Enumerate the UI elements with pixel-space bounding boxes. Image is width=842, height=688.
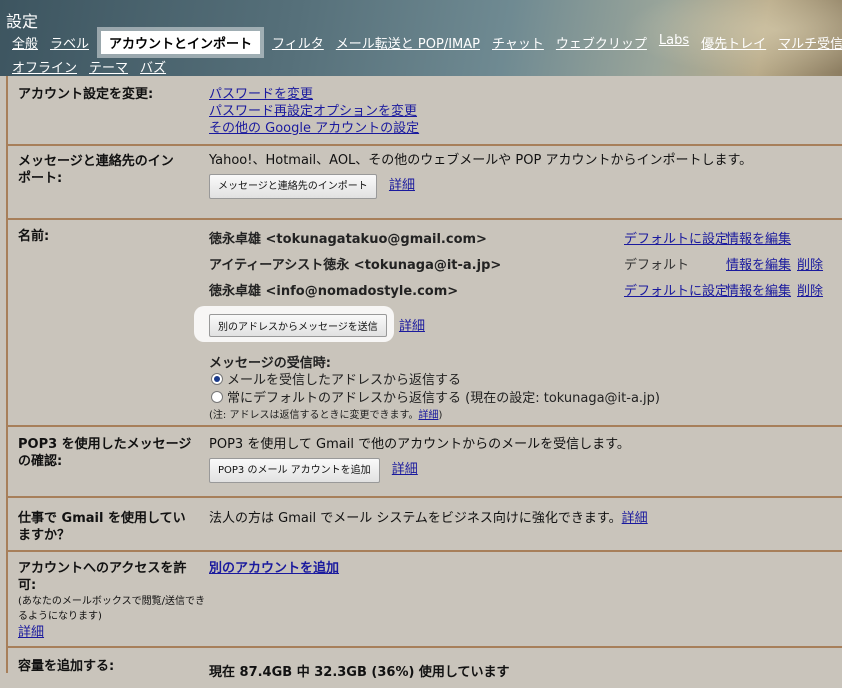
- default-indicator: デフォルト: [624, 258, 690, 273]
- tab-general[interactable]: 全般: [12, 31, 38, 54]
- account-settings-label: アカウント設定を変更:: [18, 87, 154, 102]
- tab-accounts-import[interactable]: アカウントとインポート: [101, 31, 261, 54]
- tab-labels[interactable]: ラベル: [50, 31, 89, 54]
- edit-info-link[interactable]: 情報を編集: [726, 280, 791, 299]
- change-recovery-options-link[interactable]: パスワード再設定オプションを変更: [209, 104, 417, 119]
- name-row: アイティーアシスト徳永 <tokunaga@it-a.jp>: [209, 254, 501, 273]
- tab-priority-inbox[interactable]: 優先トレイ: [701, 31, 766, 54]
- radio-selected-icon[interactable]: [211, 373, 223, 385]
- pop3-label: POP3 を使用したメッセージ の確認:: [18, 437, 192, 469]
- set-default-link[interactable]: デフォルトに設定: [624, 228, 728, 247]
- reply-note-details-link[interactable]: 詳細: [418, 410, 438, 421]
- edit-info-link[interactable]: 情報を編集: [726, 228, 791, 247]
- sender-address: 徳永卓雄 <info@nomadostyle.com>: [209, 284, 459, 299]
- reply-option-default[interactable]: 常にデフォルトのアドレスから返信する (現在の設定: tokunaga@it-a…: [211, 387, 660, 406]
- tab-multiple-inboxes[interactable]: マルチ受信トレ: [778, 31, 842, 54]
- import-details-link[interactable]: 詳細: [389, 178, 415, 193]
- section-storage: 容量を追加する: 現在 87.4GB 中 32.3GB (36%) 使用していま…: [8, 648, 842, 688]
- delete-link[interactable]: 削除: [797, 280, 823, 299]
- tab-offline[interactable]: オフライン: [12, 55, 77, 78]
- access-details-link[interactable]: 詳細: [18, 625, 44, 640]
- section-gmail-for-work: 仕事で Gmail を使用してい ますか？ 法人の方は Gmail でメール シ…: [8, 498, 842, 552]
- change-password-link[interactable]: パスワードを変更: [209, 87, 313, 102]
- settings-tabs-row-2: オフライン テーマ バズ: [0, 55, 166, 78]
- account-settings-links: パスワードを変更 パスワード再設定オプションを変更 その他の Google アカ…: [209, 86, 419, 137]
- settings-content: アカウント設定を変更: パスワードを変更 パスワード再設定オプションを変更 その…: [6, 76, 842, 680]
- access-label: アカウントへのアクセスを許 可: (あなたのメールボックスで閲覧/送信でき るよ…: [18, 561, 205, 640]
- add-another-account-link[interactable]: 別のアカウントを追加: [209, 561, 339, 576]
- names-label: 名前:: [18, 229, 50, 244]
- section-grant-access: アカウントへのアクセスを許 可: (あなたのメールボックスで閲覧/送信でき るよ…: [8, 552, 842, 648]
- import-mail-contacts-button[interactable]: メッセージと連絡先のインポート: [209, 174, 377, 199]
- sender-address: 徳永卓雄 <tokunagatakuo@gmail.com>: [209, 232, 487, 247]
- sender-address: アイティーアシスト徳永 <tokunaga@it-a.jp>: [209, 258, 502, 273]
- pop3-description: POP3 を使用して Gmail で他のアカウントからのメールを受信します。: [209, 437, 630, 452]
- storage-label: 容量を追加する:: [18, 659, 115, 674]
- name-row: 徳永卓雄 <info@nomadostyle.com>: [209, 280, 458, 299]
- send-as-details-link[interactable]: 詳細: [399, 319, 425, 334]
- section-send-mail-as: 名前: 徳永卓雄 <tokunagatakuo@gmail.com> デフォルト…: [8, 220, 842, 427]
- tab-web-clips[interactable]: ウェブクリップ: [556, 31, 647, 54]
- work-details-link[interactable]: 詳細: [622, 511, 648, 526]
- import-description: Yahoo!、Hotmail、AOL、その他のウェブメールや POP アカウント…: [209, 153, 753, 168]
- tab-themes[interactable]: テーマ: [89, 55, 128, 78]
- settings-tabs-row-1: 全般 ラベル アカウントとインポート フィルタ メール転送と POP/IMAP …: [0, 31, 842, 54]
- edit-info-link[interactable]: 情報を編集: [726, 254, 791, 273]
- work-label: 仕事で Gmail を使用してい ますか？: [18, 511, 186, 543]
- tab-buzz[interactable]: バズ: [140, 55, 166, 78]
- radio-unselected-icon[interactable]: [211, 391, 223, 403]
- name-row: 徳永卓雄 <tokunagatakuo@gmail.com>: [209, 228, 487, 247]
- section-pop3: POP3 を使用したメッセージ の確認: POP3 を使用して Gmail で他…: [8, 427, 842, 498]
- tab-forwarding-pop-imap[interactable]: メール転送と POP/IMAP: [336, 31, 480, 54]
- reply-note: (注: アドレスは返信するときに変更できます。詳細): [209, 410, 443, 421]
- delete-link[interactable]: 削除: [797, 254, 823, 273]
- section-account-settings: アカウント設定を変更: パスワードを変更 パスワード再設定オプションを変更 その…: [8, 76, 842, 146]
- send-from-another-address-button[interactable]: 別のアドレスからメッセージを送信: [209, 314, 387, 337]
- pop3-details-link[interactable]: 詳細: [392, 462, 418, 477]
- add-pop3-account-button[interactable]: POP3 のメール アカウントを追加: [209, 458, 380, 483]
- page-title: 設定: [6, 12, 39, 31]
- tab-labs[interactable]: Labs: [659, 31, 689, 54]
- work-description: 法人の方は Gmail でメール システムをビジネス向けに強化できます。: [209, 511, 622, 526]
- reply-option-received[interactable]: メールを受信したアドレスから返信する: [211, 369, 461, 388]
- set-default-link[interactable]: デフォルトに設定: [624, 280, 728, 299]
- tab-chat[interactable]: チャット: [492, 31, 544, 54]
- tab-filters[interactable]: フィルタ: [272, 31, 324, 54]
- import-label: メッセージと連絡先のイン ポート:: [18, 154, 174, 186]
- section-import: メッセージと連絡先のイン ポート: Yahoo!、Hotmail、AOL、その他…: [8, 146, 842, 220]
- google-account-settings-link[interactable]: その他の Google アカウントの設定: [209, 121, 419, 136]
